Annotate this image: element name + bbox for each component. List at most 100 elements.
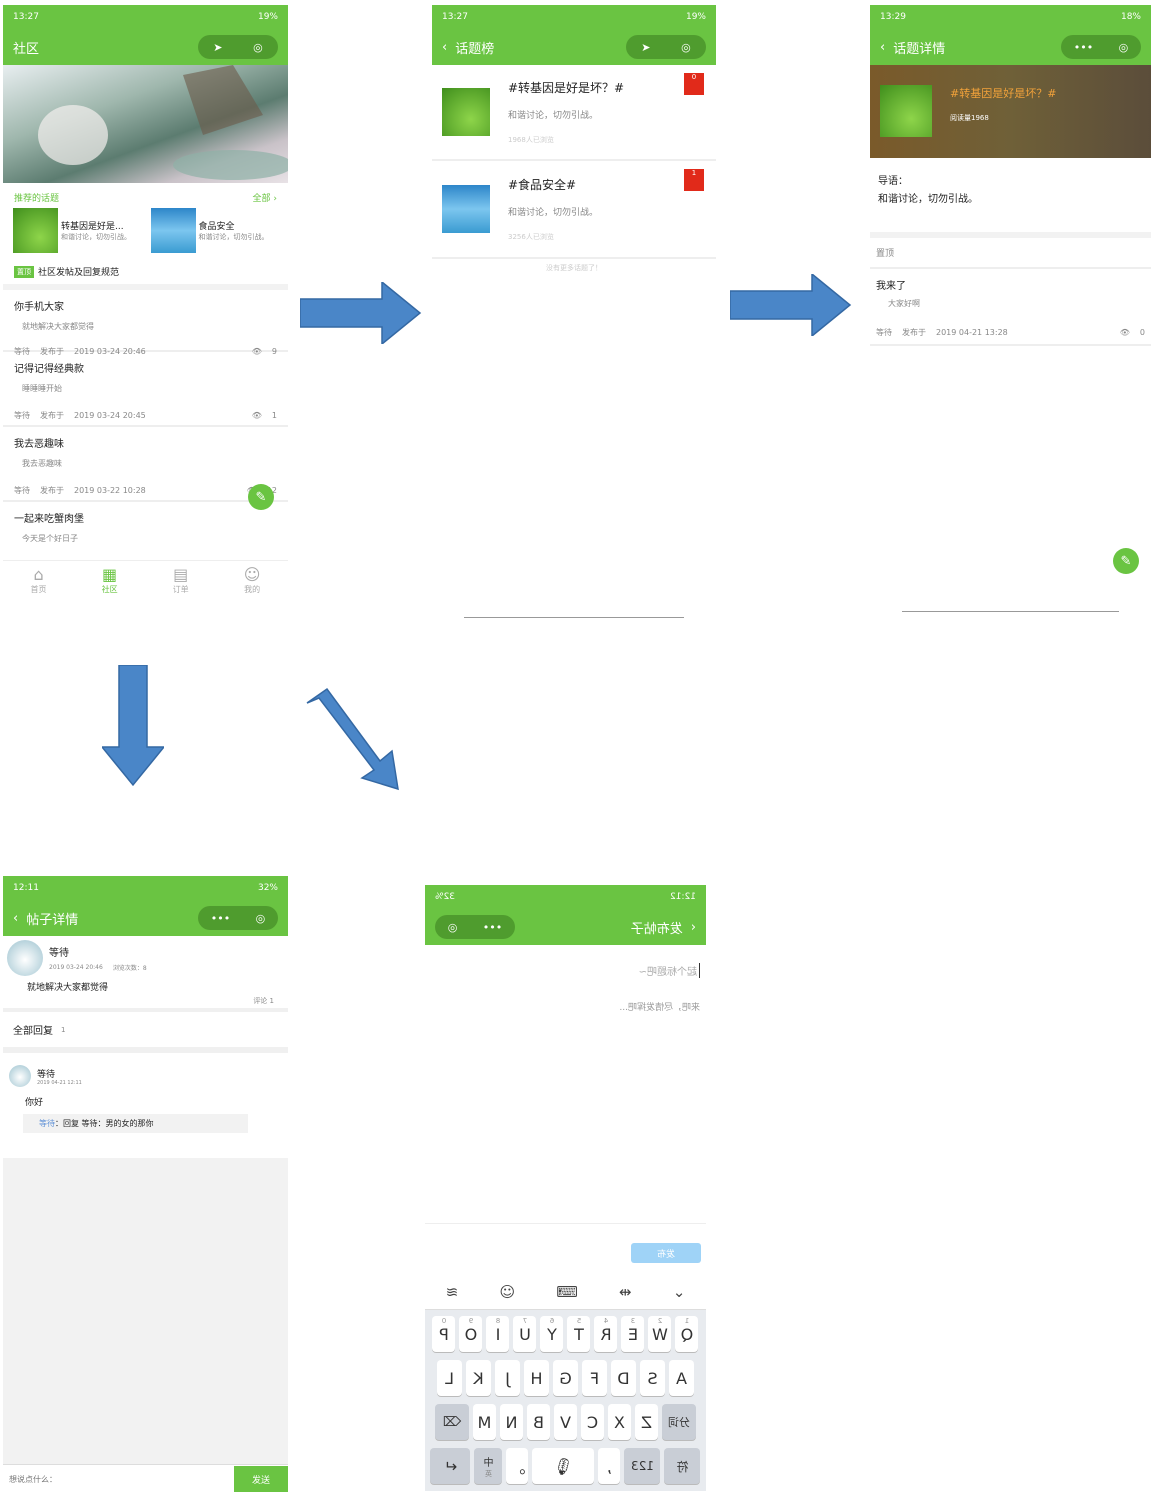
key-h[interactable]: H xyxy=(524,1360,549,1396)
back-icon[interactable]: ‹ xyxy=(13,911,18,926)
content-input[interactable]: 来吧，尽情发挥吧... xyxy=(431,1000,700,1013)
keyboard-icon[interactable]: ⌨ xyxy=(556,1283,578,1301)
reply-item[interactable]: 等待 2019 04-21 12:11 你好 等待：回复 等待：男的女的那你 xyxy=(3,1053,288,1143)
status-bar: 12:12 32% xyxy=(425,885,706,909)
key-comma[interactable]: , xyxy=(598,1448,621,1484)
avatar xyxy=(7,940,43,976)
send-button[interactable]: 发送 xyxy=(234,1466,288,1492)
nav-bar: ‹ 发布帖子 ••• ◎ xyxy=(425,909,706,945)
screen-create-post: 12:12 32% ‹ 发布帖子 ••• ◎ 起个标题吧~ 来吧，尽情发挥吧... 发… xyxy=(425,885,706,1491)
key-w[interactable]: 2W xyxy=(648,1316,672,1352)
keyboard-hide-icon[interactable]: ⌄ xyxy=(673,1283,686,1301)
key-m[interactable]: M xyxy=(473,1404,496,1440)
key-z[interactable]: Z xyxy=(635,1404,658,1440)
key-f[interactable]: F xyxy=(582,1360,607,1396)
key-x[interactable]: X xyxy=(608,1404,631,1440)
comment-input[interactable] xyxy=(3,1473,234,1485)
key-g[interactable]: G xyxy=(553,1360,578,1396)
emoji-icon[interactable]: ☺ xyxy=(499,1283,515,1301)
status-bar: 13:29 18% xyxy=(870,5,1151,29)
key-j[interactable]: J xyxy=(495,1360,520,1396)
key-t[interactable]: 5T xyxy=(567,1316,591,1352)
screen-topic-ranking: 13:27 19% ‹ 话题榜 ➤ ◎ #转基因是好是坏？# 和谐讨论，切勿引战。 196… xyxy=(432,5,716,620)
title-input[interactable]: 起个标题吧~ xyxy=(431,963,700,978)
key-backspace[interactable]: ⌫ xyxy=(435,1404,469,1440)
key-e[interactable]: 3E xyxy=(621,1316,645,1352)
capsule-menu[interactable]: ••• ◎ xyxy=(198,906,278,930)
key-l[interactable]: L xyxy=(437,1360,462,1396)
capsule-menu[interactable]: ➤ ◎ xyxy=(626,35,706,59)
compose-fab[interactable]: ✎ xyxy=(248,484,274,510)
quoted-reply: 等待：回复 等待：男的女的那你 xyxy=(23,1114,248,1133)
key-a[interactable]: A xyxy=(669,1360,694,1396)
tab-orders[interactable]: ▤ 订单 xyxy=(173,565,189,595)
key-i[interactable]: 8I xyxy=(486,1316,510,1352)
topic-thumb-kiwi xyxy=(880,85,932,137)
topic-rank-item[interactable]: #转基因是好是坏？# 和谐讨论，切勿引战。 1968人已浏览 0 xyxy=(432,65,716,161)
building-icon: ▦ xyxy=(102,565,118,584)
key-c[interactable]: C xyxy=(581,1404,604,1440)
key-symbols[interactable]: 符 xyxy=(664,1448,701,1484)
arrow-right-2 xyxy=(730,274,852,336)
comment-count: 评论 1 xyxy=(253,997,274,1005)
key-n[interactable]: N xyxy=(500,1404,523,1440)
status-bar: 13:27 19% xyxy=(432,5,716,29)
topic-banner: #转基因是好是坏？# 阅读量1968 xyxy=(870,65,1151,158)
key-b[interactable]: B xyxy=(527,1404,550,1440)
key-r[interactable]: 4R xyxy=(594,1316,618,1352)
key-q[interactable]: 1Q xyxy=(675,1316,699,1352)
cursor-icon[interactable]: ⇹ xyxy=(619,1283,632,1301)
close-circle-icon: ◎ xyxy=(1118,40,1129,54)
arrow-diagonal xyxy=(306,687,399,791)
post-item[interactable]: 一起来吃蟹肉堡 今天是个好日子 ✎ xyxy=(3,484,288,560)
post-item[interactable]: 你手机大家 就地解决大家都觉得 等待 发布于 2019 03-24 20:46 👁 9 xyxy=(3,290,288,356)
page-title: 话题详情 xyxy=(893,41,946,57)
topic-card[interactable]: 食品安全 和谐讨论，切勿引战。 xyxy=(150,208,279,253)
topic-thumb-kiwi xyxy=(442,88,490,136)
capsule-menu[interactable]: ➤ ◎ xyxy=(198,35,278,59)
compose-fab[interactable]: ✎ xyxy=(1113,548,1139,574)
topic-rank-item[interactable]: #食品安全# 和谐讨论，切勿引战。 3256人已浏览 1 xyxy=(432,161,716,259)
status-bar: 13:27 19% xyxy=(3,5,288,29)
post-item[interactable]: 记得记得经典款 睡睡睡开始 等待 发布于 2019 03-24 20:45 👁 1 xyxy=(3,352,288,427)
back-icon[interactable]: ‹ xyxy=(880,40,885,55)
capsule-menu[interactable]: ••• ◎ xyxy=(435,915,515,939)
key-v[interactable]: V xyxy=(554,1404,577,1440)
submit-button[interactable]: 发布 xyxy=(631,1243,701,1263)
key-space[interactable]: 🎙 xyxy=(532,1448,595,1484)
key-s[interactable]: S xyxy=(640,1360,665,1396)
pencil-icon: ✎ xyxy=(255,489,267,505)
key-enter[interactable]: ↵ xyxy=(430,1448,471,1484)
banner-image xyxy=(3,65,288,183)
eye-icon: 👁 xyxy=(1119,328,1130,337)
back-icon[interactable]: ‹ xyxy=(442,40,447,55)
key-123[interactable]: 123 xyxy=(624,1448,661,1484)
key-period[interactable]: 。 xyxy=(506,1448,529,1484)
key-d[interactable]: D xyxy=(611,1360,636,1396)
tab-mine[interactable]: ☺ 我的 xyxy=(244,565,261,595)
key-u[interactable]: 7U xyxy=(513,1316,537,1352)
key-lang-switch[interactable]: 中英 xyxy=(474,1448,503,1484)
key-p[interactable]: 0P xyxy=(432,1316,456,1352)
key-y[interactable]: 6Y xyxy=(540,1316,564,1352)
location-icon[interactable]: ➤ xyxy=(213,41,222,54)
close-circle-icon[interactable]: ◎ xyxy=(253,41,263,54)
key-o[interactable]: 9O xyxy=(459,1316,483,1352)
tab-community[interactable]: ▦ 社区 xyxy=(102,565,118,595)
key-k[interactable]: K xyxy=(466,1360,491,1396)
topic-card[interactable]: 转基因是好是... 和谐讨论，切勿引战。 xyxy=(13,208,141,253)
tab-home[interactable]: ⌂ 首页 xyxy=(31,565,47,595)
post-item[interactable]: 我去恶趣味 我去恶趣味 等待发布于2019 03-22 10:28👁12 xyxy=(3,427,288,502)
pinned-rule-link[interactable]: 社区发帖及回复规范 xyxy=(38,265,119,278)
back-icon[interactable]: ‹ xyxy=(691,920,696,935)
capsule-menu[interactable]: ••• ◎ xyxy=(1061,35,1141,59)
arrow-right-1 xyxy=(300,282,422,344)
intro-label: 导语： xyxy=(878,176,908,187)
all-topics-link[interactable]: 全部 › xyxy=(253,191,277,204)
swype-icon[interactable]: ≋ xyxy=(446,1283,459,1301)
nav-bar: ‹ 帖子详情 ••• ◎ xyxy=(3,900,288,936)
key-fenci[interactable]: 分词 xyxy=(662,1404,696,1440)
arrow-down xyxy=(102,665,164,787)
post-item[interactable]: 我来了 大家好啊 等待 发布于 2019 04-21 13:28 👁 0 xyxy=(870,269,1151,346)
page-title: 话题榜 xyxy=(455,41,495,57)
